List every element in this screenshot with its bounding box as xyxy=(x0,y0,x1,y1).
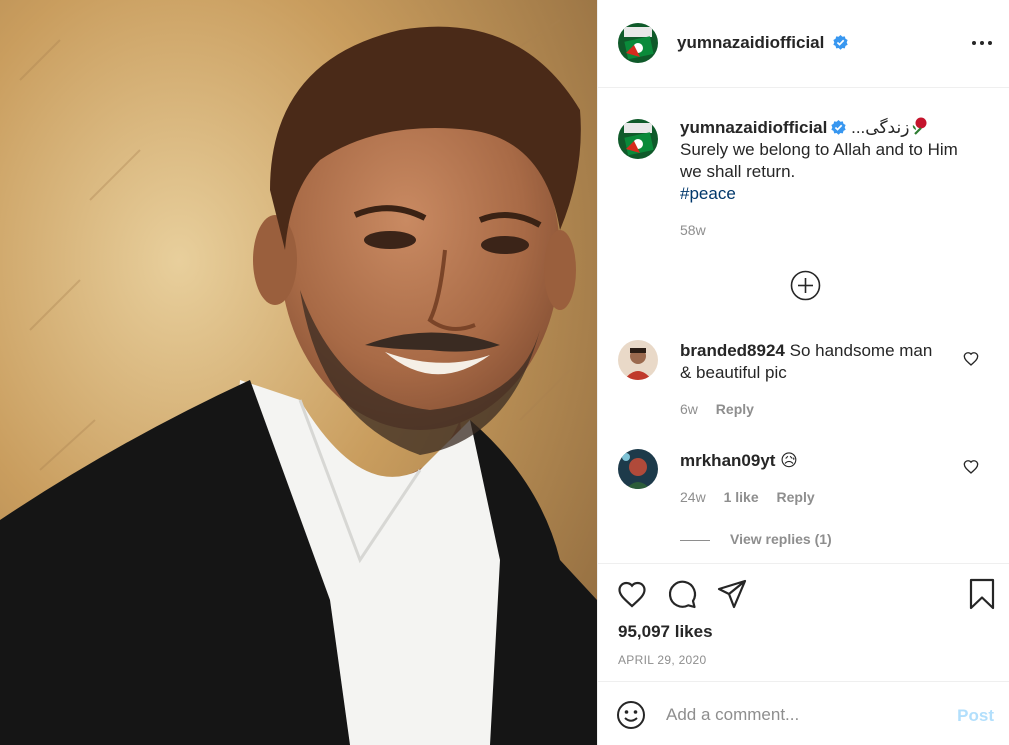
comment-emoji-text: 😥 xyxy=(780,451,798,470)
view-replies-label[interactable]: View replies (1) xyxy=(730,531,832,547)
post-photo[interactable] xyxy=(0,0,597,745)
bookmark-icon[interactable] xyxy=(966,578,998,610)
comment-avatar[interactable] xyxy=(618,449,658,489)
caption-urdu-text: زندگی... xyxy=(851,118,910,137)
post-side-panel: yumnazaidiofficial yumnazaidiofficial زن… xyxy=(597,0,1009,745)
comment-text-line2: & beautiful pic xyxy=(680,363,787,382)
comment-reply-button[interactable]: Reply xyxy=(777,489,815,505)
comment-like-heart-icon[interactable] xyxy=(963,351,979,367)
comment-avatar[interactable] xyxy=(618,340,658,380)
heart-icon[interactable] xyxy=(616,578,648,610)
comment-age: 6w xyxy=(680,401,698,417)
comment-meta: 24w 1 like Reply xyxy=(680,486,950,508)
comment-item: mrkhan09yt 😥 24w 1 like Reply xyxy=(680,450,950,508)
load-more-plus-icon[interactable] xyxy=(790,270,821,301)
comment-text-line1: So handsome man xyxy=(789,341,933,360)
verified-badge-icon xyxy=(831,120,846,135)
flag-avatar-icon xyxy=(618,23,658,63)
author-avatar[interactable] xyxy=(618,23,658,63)
caption-text-line2: we shall return. xyxy=(680,162,796,181)
rose-emoji-icon xyxy=(913,117,927,135)
comment-reply-button[interactable]: Reply xyxy=(716,401,754,417)
flag-avatar-icon xyxy=(618,119,658,159)
post-photo-illustration xyxy=(0,0,597,745)
author-username[interactable]: yumnazaidiofficial xyxy=(677,33,824,52)
likes-count[interactable]: 95,097 likes xyxy=(618,622,713,642)
comment-item: branded8924 So handsome man & beautiful … xyxy=(680,340,950,420)
more-options-icon[interactable] xyxy=(970,33,994,53)
comment-meta: 6w Reply xyxy=(680,398,950,420)
view-replies-button[interactable]: View replies (1) xyxy=(680,531,832,547)
comment-likes-count[interactable]: 1 like xyxy=(724,489,759,505)
verified-badge-icon xyxy=(833,35,848,50)
comment-username[interactable]: mrkhan09yt xyxy=(680,451,775,470)
comment-age: 24w xyxy=(680,489,706,505)
caption-text-line1: Surely we belong to Allah and to Him xyxy=(680,140,958,159)
caption-hashtag[interactable]: #peace xyxy=(680,183,990,205)
comment-input[interactable] xyxy=(666,700,936,730)
caption-username[interactable]: yumnazaidiofficial xyxy=(680,118,827,137)
post-comment-button[interactable]: Post xyxy=(957,706,994,726)
post-caption: yumnazaidiofficial زندگی... Surely we be… xyxy=(680,117,990,241)
caption-age: 58w xyxy=(680,222,706,238)
emoji-icon[interactable] xyxy=(616,700,646,730)
caption-author-avatar[interactable] xyxy=(618,119,658,159)
post-header: yumnazaidiofficial xyxy=(598,0,1009,88)
comment-icon[interactable] xyxy=(666,578,698,610)
post-date: APRIL 29, 2020 xyxy=(618,653,707,667)
view-replies-divider xyxy=(680,539,710,541)
comment-like-heart-icon[interactable] xyxy=(963,459,979,475)
post-actions: 95,097 likes APRIL 29, 2020 xyxy=(598,563,1009,681)
share-icon[interactable] xyxy=(716,578,748,610)
comment-username[interactable]: branded8924 xyxy=(680,341,785,360)
user-avatar-icon xyxy=(618,340,658,380)
user-avatar-icon xyxy=(618,449,658,489)
comment-composer: Post xyxy=(598,681,1009,745)
